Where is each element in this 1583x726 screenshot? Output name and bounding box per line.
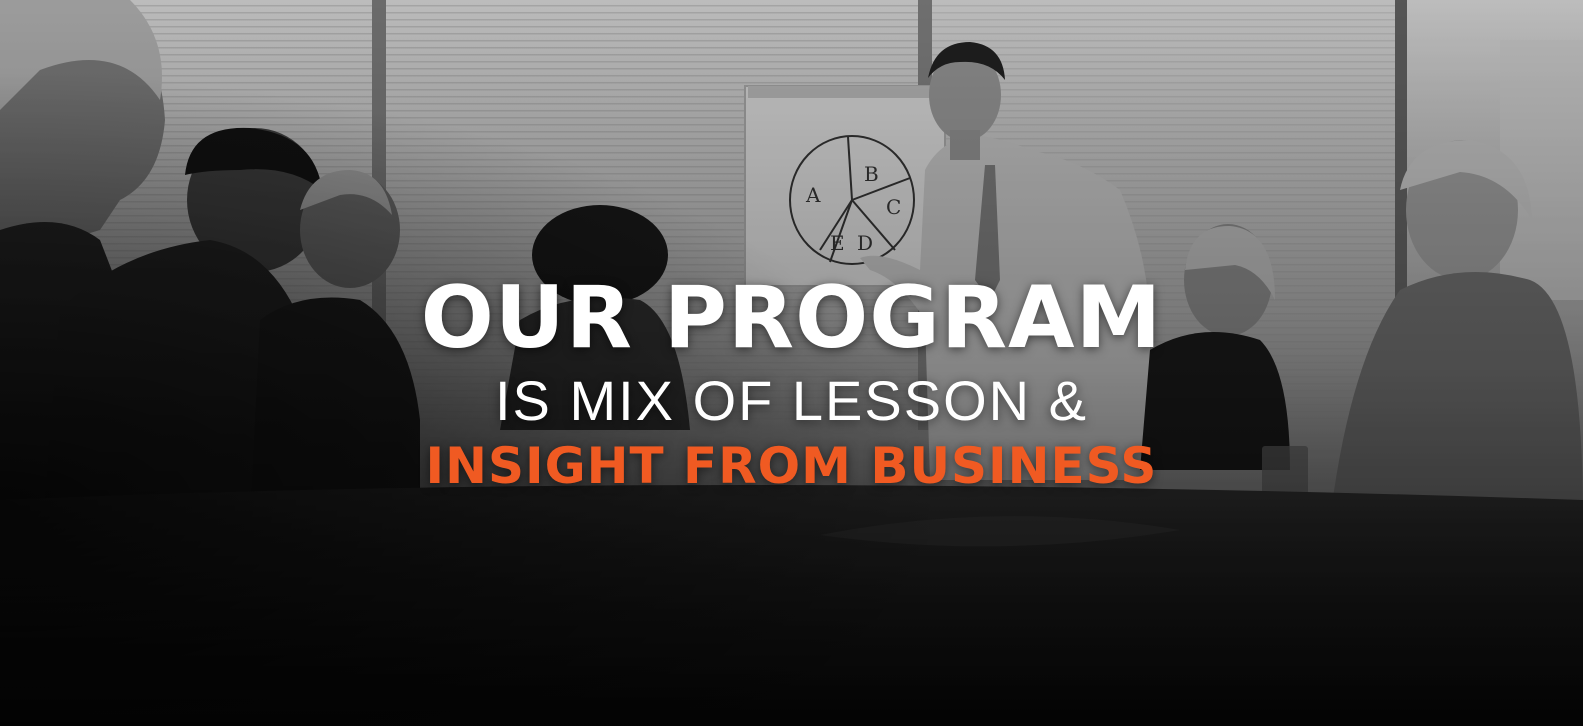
hero-banner: A B C D E [0,0,1583,726]
headline: OUR PROGRAM IS MIX OF LESSON & INSIGHT F… [0,268,1583,496]
headline-line-3-accent: INSIGHT FROM BUSINESS [425,437,1158,495]
headline-line-2: IS MIX OF LESSON & [494,369,1089,432]
headline-line-1: OUR PROGRAM [420,268,1163,368]
